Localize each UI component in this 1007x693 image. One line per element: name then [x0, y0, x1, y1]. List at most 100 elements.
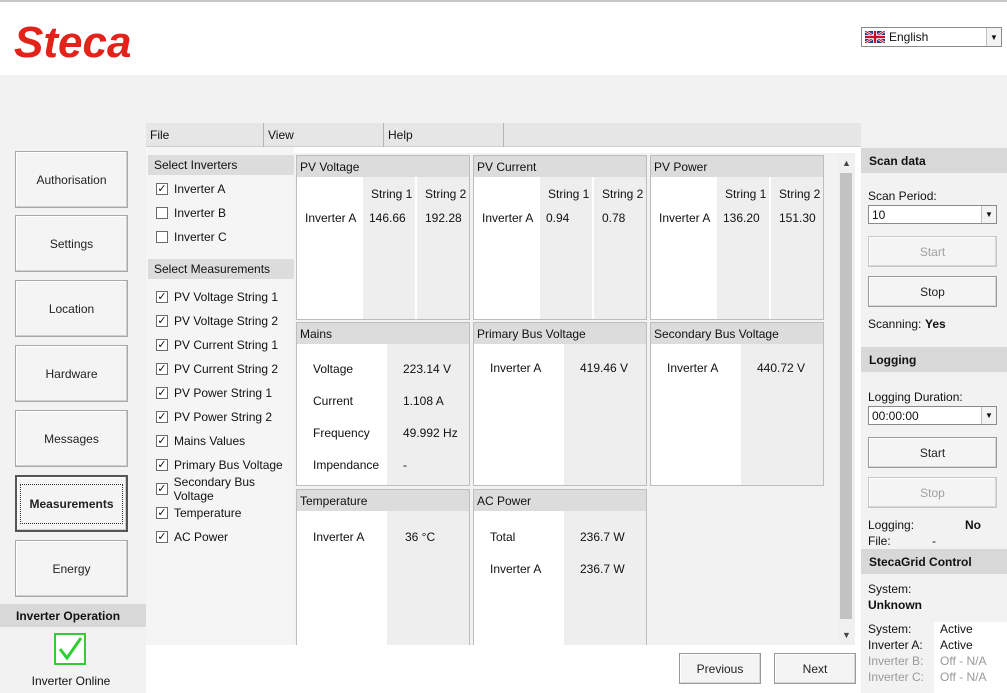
chevron-down-icon[interactable]: ▼ [981, 407, 996, 424]
card-title: PV Power [651, 156, 823, 177]
checkbox-checked-icon[interactable]: ✓ [156, 483, 168, 495]
checkbox-row[interactable]: ✓ Secondary Bus Voltage [156, 475, 294, 503]
scan-data-header: Scan data [861, 148, 1007, 173]
scroll-down-icon[interactable]: ▼ [838, 627, 855, 643]
steca-logo: Steca [14, 18, 131, 66]
chevron-down-icon[interactable]: ▼ [981, 206, 996, 223]
card-title: Secondary Bus Voltage [651, 323, 823, 344]
top-border [0, 0, 1007, 2]
ac-power-card: AC Power Total 236.7 W Inverter A 236.7 … [473, 489, 647, 645]
menu-view[interactable]: View [264, 123, 384, 147]
value-cell: 223.14 V [403, 362, 452, 376]
chevron-down-icon[interactable]: ▼ [986, 28, 1001, 46]
value-cell: 146.66 [369, 211, 406, 225]
logging-start-button[interactable]: Start [868, 437, 997, 468]
measurement-scrollbar[interactable]: ▲ ▼ [838, 153, 855, 645]
status-value: Off - N/A [940, 670, 987, 684]
scan-stop-button[interactable]: Stop [868, 276, 997, 307]
checkbox-row[interactable]: Inverter C [156, 229, 227, 245]
checkbox-checked-icon[interactable]: ✓ [156, 339, 168, 351]
checkbox-unchecked-icon[interactable] [156, 231, 168, 243]
logging-duration-select[interactable]: 00:00:00 ▼ [868, 406, 997, 425]
checkbox-row[interactable]: ✓ AC Power [156, 529, 228, 545]
checkbox-label: Inverter C [174, 230, 227, 244]
checkbox-row[interactable]: ✓ PV Power String 1 [156, 385, 272, 401]
checkbox-checked-icon[interactable]: ✓ [156, 507, 168, 519]
checkbox-checked-icon[interactable]: ✓ [156, 315, 168, 327]
checkbox-checked-icon[interactable]: ✓ [156, 531, 168, 543]
uk-flag-icon [865, 31, 885, 43]
check-icon [54, 633, 86, 665]
status-label: Inverter C: [868, 670, 925, 684]
checkbox-checked-icon[interactable]: ✓ [156, 387, 168, 399]
nav-messages-button[interactable]: Messages [15, 410, 128, 467]
checkbox-row[interactable]: ✓ PV Current String 2 [156, 361, 278, 377]
scan-start-button[interactable]: Start [868, 236, 997, 267]
checkbox-checked-icon[interactable]: ✓ [156, 363, 168, 375]
header-band [0, 75, 1007, 123]
logging-file-label: File: [868, 534, 891, 548]
checkbox-row[interactable]: Inverter B [156, 205, 226, 221]
row-label: Inverter A [490, 562, 542, 576]
status-label: System: [868, 622, 912, 636]
card-title: AC Power [474, 490, 646, 511]
nav-energy-button[interactable]: Energy [15, 540, 128, 597]
svg-text:Steca: Steca [14, 18, 131, 66]
previous-button[interactable]: Previous [679, 653, 761, 684]
nav-authorisation-button[interactable]: Authorisation [15, 151, 128, 208]
checkbox-row[interactable]: ✓ Temperature [156, 505, 241, 521]
checkbox-label: PV Power String 1 [174, 386, 273, 400]
value-cell: 151.30 [779, 211, 816, 225]
checkbox-row[interactable]: ✓ PV Voltage String 1 [156, 289, 278, 305]
nav-hardware-button[interactable]: Hardware [15, 345, 128, 402]
checkbox-checked-icon[interactable]: ✓ [156, 435, 168, 447]
checkbox-checked-icon[interactable]: ✓ [156, 183, 168, 195]
mains-card: Mains Voltage 223.14 V Current 1.108 A F… [296, 322, 470, 486]
nav-settings-button[interactable]: Settings [15, 215, 128, 272]
checkbox-label: PV Voltage String 1 [174, 290, 279, 304]
status-value: Off - N/A [940, 654, 987, 668]
next-button[interactable]: Next [774, 653, 856, 684]
value-cell: 192.28 [425, 211, 462, 225]
checkbox-row[interactable]: ✓ Mains Values [156, 433, 245, 449]
value-cell: 136.20 [723, 211, 760, 225]
checkbox-row[interactable]: ✓ PV Voltage String 2 [156, 313, 278, 329]
select-inverters-header: Select Inverters [148, 155, 294, 175]
row-label: Total [490, 530, 516, 544]
row-label: Inverter A [482, 211, 534, 225]
logging-stop-button[interactable]: Stop [868, 477, 997, 508]
scan-period-select[interactable]: 10 ▼ [868, 205, 997, 224]
row-label: Inverter A [313, 530, 365, 544]
scroll-thumb[interactable] [840, 173, 852, 619]
nav-location-button[interactable]: Location [15, 280, 128, 337]
nav-measurements-button[interactable]: Measurements [15, 475, 128, 532]
checkbox-checked-icon[interactable]: ✓ [156, 411, 168, 423]
logging-file-value: - [932, 534, 936, 548]
logging-status-value: No [965, 518, 981, 532]
checkbox-row[interactable]: ✓ PV Current String 1 [156, 337, 278, 353]
card-title: Primary Bus Voltage [474, 323, 646, 344]
pv-power-card: PV Power String 1 String 2 Inverter A 13… [650, 155, 824, 320]
checkbox-label: Inverter B [174, 206, 227, 220]
language-select[interactable]: English ▼ [861, 27, 1002, 47]
row-label: Frequency [313, 426, 370, 440]
scan-period-value: 10 [872, 207, 886, 222]
checkbox-label: Secondary Bus Voltage [173, 475, 256, 503]
checkbox-checked-icon[interactable]: ✓ [156, 291, 168, 303]
menu-file[interactable]: File [146, 123, 264, 147]
checkbox-row[interactable]: ✓ Primary Bus Voltage [156, 457, 283, 473]
checkbox-row[interactable]: ✓ PV Power String 2 [156, 409, 272, 425]
column-header: String 1 [371, 187, 413, 201]
status-value: Active [940, 622, 973, 636]
scroll-up-icon[interactable]: ▲ [838, 155, 855, 171]
checkbox-checked-icon[interactable]: ✓ [156, 459, 168, 471]
column-header: String 2 [602, 187, 644, 201]
column-header: String 1 [725, 187, 767, 201]
menu-help[interactable]: Help [384, 123, 504, 147]
status-value: Active [940, 638, 973, 652]
row-label: Inverter A [490, 361, 542, 375]
checkbox-unchecked-icon[interactable] [156, 207, 168, 219]
value-cell: 0.94 [546, 211, 570, 225]
checkbox-row[interactable]: ✓ Inverter A [156, 181, 225, 197]
card-title: Temperature [297, 490, 469, 511]
